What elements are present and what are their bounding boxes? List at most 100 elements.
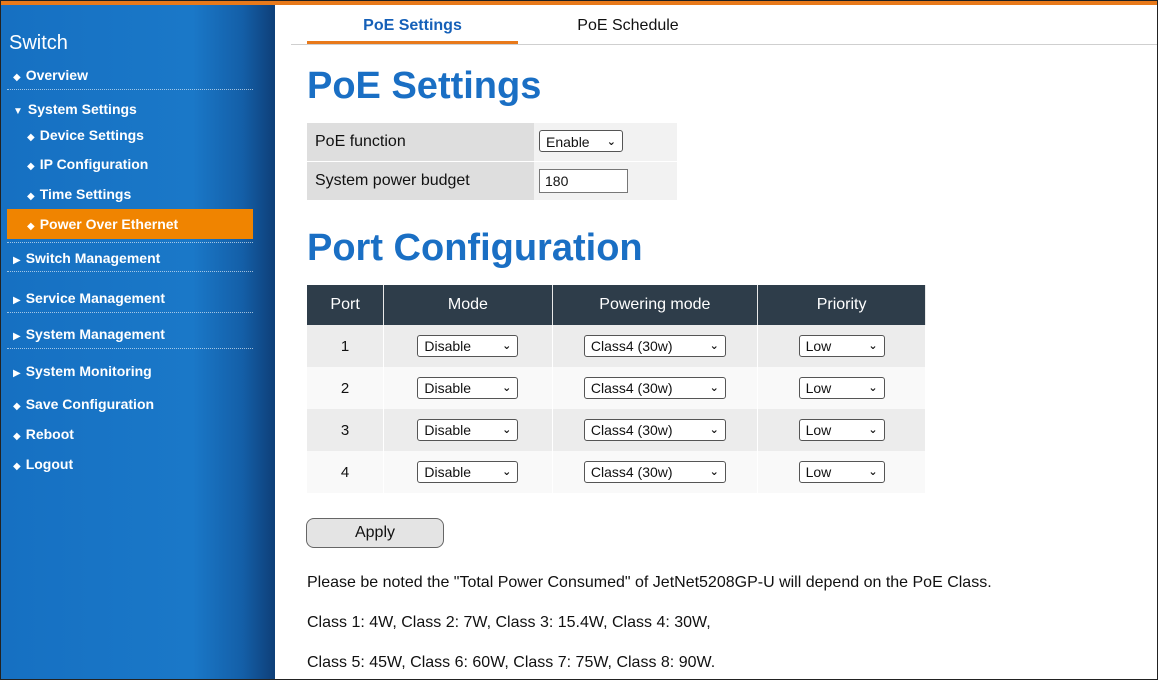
class-list-line-2: Class 5: 45W, Class 6: 60W, Class 7: 75W…: [307, 654, 716, 671]
sidebar-item-label: Device Settings: [39, 127, 144, 143]
sidebar-item-label: System Monitoring: [25, 363, 152, 379]
table-row: 2 Disable ⌄ Class4 (30w) ⌄ Low ⌄: [307, 367, 926, 409]
diamond-bullet-icon: ◆: [27, 132, 35, 143]
triangle-right-icon: ▶: [13, 255, 21, 266]
port-table: Port Mode Powering mode Priority 1 Disab…: [307, 285, 926, 493]
sidebar-item-logout[interactable]: ◆ Logout: [7, 449, 253, 479]
powering-mode-value: Class4 (30w): [590, 338, 673, 354]
chevron-down-icon: ⌄: [709, 382, 719, 394]
priority-select[interactable]: Low ⌄: [798, 419, 885, 441]
table-row: 1 Disable ⌄ Class4 (30w) ⌄ Low ⌄: [307, 325, 926, 367]
poe-function-value: Enable: [546, 134, 590, 150]
sidebar-item-overview[interactable]: ◆ Overview: [7, 60, 253, 90]
sidebar-item-switch-management[interactable]: ▶ Switch Management: [7, 242, 253, 272]
poe-function-cell: Enable ⌄: [534, 123, 677, 161]
sidebar-title: Switch: [9, 32, 68, 54]
sidebar-item-save-configuration[interactable]: ◆ Save Configuration: [7, 389, 253, 419]
system-power-budget-label: System power budget: [315, 172, 470, 189]
column-header: Port: [307, 285, 385, 325]
poe-function-select[interactable]: Enable ⌄: [539, 130, 623, 152]
tab-divider: [291, 44, 1157, 45]
mode-value: Disable: [424, 338, 472, 354]
chevron-down-icon: ⌄: [709, 340, 719, 352]
chevron-down-icon: ⌄: [868, 466, 878, 478]
powering-mode-value: Class4 (30w): [590, 464, 673, 480]
diamond-bullet-icon: ◆: [13, 401, 21, 412]
mode-select[interactable]: Disable ⌄: [417, 461, 519, 483]
table-row: 3 Disable ⌄ Class4 (30w) ⌄ Low ⌄: [307, 409, 926, 451]
sidebar-item-system-monitoring[interactable]: ▶ System Monitoring: [7, 356, 253, 386]
powering-mode-value: Class4 (30w): [590, 380, 673, 396]
mode-select[interactable]: Disable ⌄: [417, 377, 519, 399]
apply-button[interactable]: Apply: [306, 518, 444, 548]
table-header-row: Port Mode Powering mode Priority: [307, 285, 926, 325]
priority-select[interactable]: Low ⌄: [798, 461, 885, 483]
poe-function-label: PoE function: [315, 133, 406, 150]
poe-function-row: PoE function Enable ⌄: [307, 123, 677, 161]
sidebar-item-device-settings[interactable]: ◆ Device Settings: [7, 120, 253, 150]
diamond-bullet-icon: ◆: [27, 191, 35, 202]
priority-value: Low: [805, 380, 832, 396]
mode-select[interactable]: Disable ⌄: [417, 419, 519, 441]
powering-mode-select[interactable]: Class4 (30w) ⌄: [583, 335, 726, 357]
chevron-down-icon: ⌄: [502, 424, 512, 436]
sidebar-item-time-settings[interactable]: ◆ Time Settings: [7, 179, 253, 209]
column-header: Priority: [757, 285, 926, 325]
app-frame: Switch ◆ Overview ▼ System Settings ◆ Devic…: [0, 0, 1158, 680]
chevron-down-icon: ⌄: [502, 340, 512, 352]
triangle-right-icon: ▶: [13, 368, 21, 379]
chevron-down-icon: ⌄: [502, 382, 512, 394]
column-header: Powering mode: [552, 285, 759, 325]
mode-value: Disable: [424, 422, 472, 438]
sidebar-item-label: Service Management: [25, 290, 165, 306]
chevron-down-icon: ⌄: [709, 466, 719, 478]
diamond-bullet-icon: ◆: [27, 161, 35, 172]
chevron-down-icon: ⌄: [868, 340, 878, 352]
mode-value: Disable: [424, 464, 472, 480]
port-number: 2: [307, 367, 385, 409]
powering-mode-select[interactable]: Class4 (30w) ⌄: [583, 419, 726, 441]
column-header: Mode: [383, 285, 553, 325]
sidebar-item-reboot[interactable]: ◆ Reboot: [7, 419, 253, 449]
port-number: 3: [307, 409, 385, 451]
powering-mode-select[interactable]: Class4 (30w) ⌄: [583, 377, 726, 399]
page-title: PoE Settings: [307, 65, 542, 107]
powering-mode-value: Class4 (30w): [590, 422, 673, 438]
triangle-down-icon: ▼: [13, 106, 23, 117]
priority-select[interactable]: Low ⌄: [798, 377, 885, 399]
chevron-down-icon: ⌄: [709, 424, 719, 436]
mode-value: Disable: [424, 380, 472, 396]
sidebar-item-label: IP Configuration: [39, 156, 149, 172]
sidebar-item-label: Logout: [25, 456, 74, 472]
chevron-down-icon: ⌄: [868, 424, 878, 436]
sidebar-item-power-over-ethernet[interactable]: ◆ Power Over Ethernet: [7, 209, 253, 239]
system-power-budget-row: System power budget 180: [307, 162, 677, 200]
sidebar-item-label: Overview: [25, 67, 88, 83]
sidebar-item-ip-configuration[interactable]: ◆ IP Configuration: [7, 149, 253, 179]
triangle-right-icon: ▶: [13, 331, 21, 342]
powering-mode-select[interactable]: Class4 (30w) ⌄: [583, 461, 726, 483]
tab-poe-schedule[interactable]: PoE Schedule: [533, 11, 723, 45]
chevron-down-icon: ⌄: [502, 466, 512, 478]
sidebar-item-service-management[interactable]: ▶ Service Management: [7, 283, 253, 313]
sidebar-item-label: Switch Management: [25, 250, 161, 266]
system-power-budget-cell: 180: [534, 162, 677, 200]
tab-poe-settings[interactable]: PoE Settings: [307, 11, 518, 45]
class-list-line-1: Class 1: 4W, Class 2: 7W, Class 3: 15.4W…: [307, 614, 711, 631]
system-power-budget-input[interactable]: 180: [539, 169, 628, 193]
diamond-bullet-icon: ◆: [13, 72, 21, 83]
mode-select[interactable]: Disable ⌄: [417, 335, 519, 357]
chevron-down-icon: ⌄: [606, 136, 616, 148]
sidebar-item-system-management[interactable]: ▶ System Management: [7, 319, 253, 349]
sidebar-item-label: Time Settings: [39, 186, 132, 202]
diamond-bullet-icon: ◆: [27, 221, 35, 232]
chevron-down-icon: ⌄: [868, 382, 878, 394]
sidebar-item-label: Reboot: [25, 426, 74, 442]
sidebar-item-label: System Management: [25, 326, 165, 342]
triangle-right-icon: ▶: [13, 295, 21, 306]
diamond-bullet-icon: ◆: [13, 431, 21, 442]
sidebar-item-label: System Settings: [27, 101, 137, 117]
priority-value: Low: [805, 338, 832, 354]
priority-select[interactable]: Low ⌄: [798, 335, 885, 357]
port-number: 4: [307, 451, 385, 493]
